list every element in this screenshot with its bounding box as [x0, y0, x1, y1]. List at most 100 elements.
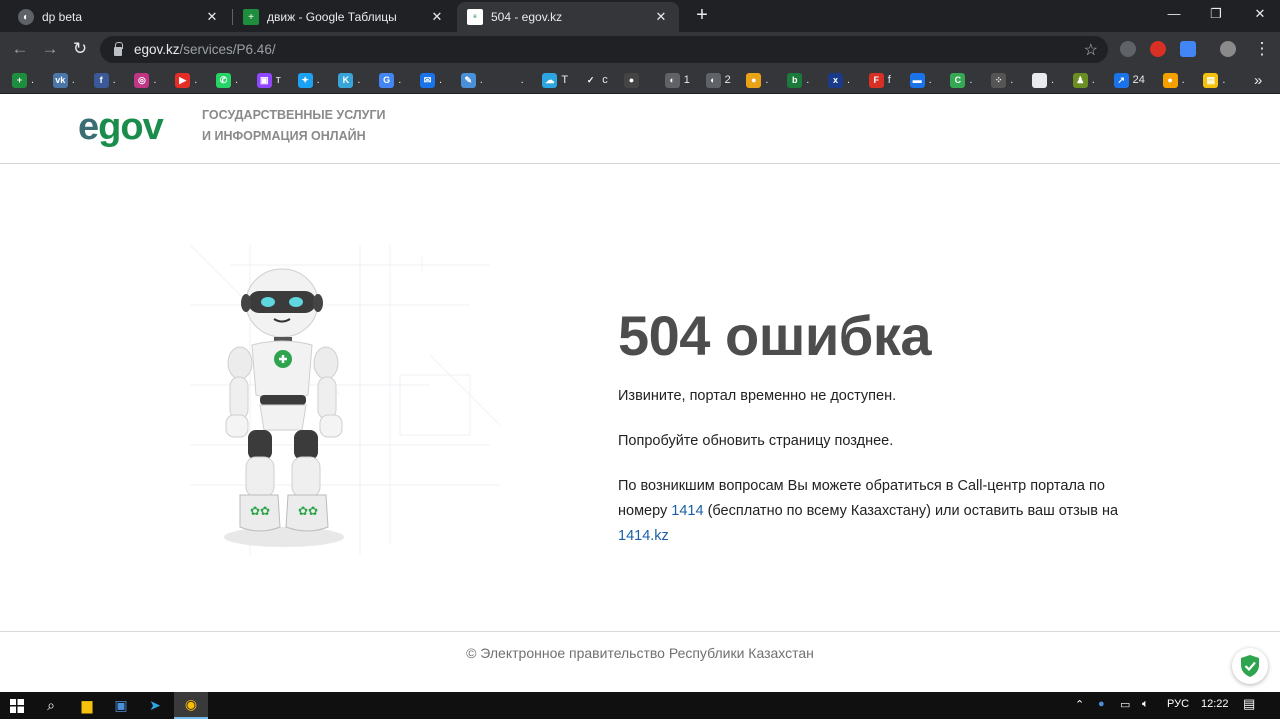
download-extension-icon[interactable]: [1120, 41, 1136, 57]
bookmark-item[interactable]: .: [501, 72, 524, 88]
chrome-icon[interactable]: ◉: [174, 692, 208, 719]
bookmark-item[interactable]: ◐ 2: [705, 72, 731, 88]
bookmark-label: .: [928, 74, 932, 86]
bookmark-item[interactable]: vk.: [52, 72, 75, 88]
bookmark-favicon-icon: K: [338, 72, 354, 88]
url-text[interactable]: egov.kz/services/P6.46/: [134, 42, 276, 57]
egov-logo[interactable]: egov: [78, 102, 164, 152]
tab-google-sheets[interactable]: + движ - Google Таблицы ✕: [233, 2, 455, 32]
bookmark-favicon-icon: b: [787, 72, 803, 88]
bookmark-item[interactable]: C.: [950, 72, 972, 88]
file-explorer-icon[interactable]: ▆: [70, 692, 104, 719]
tab-dp-beta[interactable]: ◐ dp beta ✕: [8, 2, 230, 32]
error-message-contact: По возникшим вопросам Вы можете обратить…: [618, 474, 1158, 549]
forward-arrow-icon[interactable]: →: [40, 39, 60, 59]
feedback-site-link[interactable]: 1414.kz: [618, 528, 669, 544]
bookmark-star-icon[interactable]: ☆: [1084, 40, 1098, 60]
bookmark-item[interactable]: ✦.: [297, 72, 320, 88]
bookmark-favicon-icon: ♟: [1072, 72, 1088, 88]
bookmark-label: .: [1051, 74, 1055, 86]
bookmark-favicon-icon: ◐: [664, 72, 680, 88]
close-tab-icon[interactable]: ✕: [429, 9, 445, 25]
search-icon[interactable]: ⌕: [34, 692, 68, 719]
bookmark-item[interactable]: Ff: [868, 72, 891, 88]
bookmark-item[interactable]: ◎.: [134, 72, 156, 88]
windows-start-icon[interactable]: [0, 692, 34, 719]
back-arrow-icon[interactable]: ←: [10, 39, 30, 59]
bookmark-label: .: [235, 74, 239, 86]
telegram-icon[interactable]: ➤: [138, 692, 172, 719]
error-message-unavailable: Извините, портал временно не доступен.: [618, 388, 897, 404]
bookmark-item[interactable]: ▣ т: [256, 72, 281, 88]
bookmark-item[interactable]: ◐ 1: [664, 72, 690, 88]
robot-illustration: ✿✿ ✿✿: [189, 244, 510, 555]
tab-egov-504[interactable]: e 504 - egov.kz ✕: [457, 2, 679, 32]
bookmark-item[interactable]: K.: [338, 72, 360, 88]
clock[interactable]: 12:22: [1201, 698, 1229, 710]
new-tab-button[interactable]: +: [692, 5, 712, 25]
bookmark-label: т: [275, 74, 281, 86]
tray-overflow-icon[interactable]: ⌃: [1075, 698, 1084, 711]
bookmark-item[interactable]: ⁘.: [991, 72, 1013, 88]
network-icon[interactable]: ▭: [1120, 698, 1130, 711]
bookmark-item[interactable]: b.: [787, 72, 809, 88]
bookmark-item[interactable]: ↗ 24: [1113, 72, 1145, 88]
bookmark-item[interactable]: ▬.: [909, 72, 932, 88]
bookmark-item[interactable]: ☁ T: [542, 72, 568, 88]
reload-icon[interactable]: ↻: [70, 39, 90, 59]
bookmark-item[interactable]: ◌.: [1032, 72, 1054, 88]
bookmark-item[interactable]: ●.: [746, 72, 768, 88]
bookmark-item[interactable]: +.: [12, 72, 34, 88]
bookmark-item[interactable]: ●: [624, 72, 643, 88]
adblock-extension-icon[interactable]: [1150, 41, 1166, 57]
minimize-button[interactable]: —: [1162, 4, 1186, 24]
bookmark-favicon-icon: F: [868, 72, 884, 88]
close-tab-icon[interactable]: ✕: [204, 9, 220, 25]
bookmark-item[interactable]: ♟.: [1072, 72, 1095, 88]
bookmark-item[interactable]: G.: [379, 72, 401, 88]
bookmark-label: .: [520, 74, 524, 86]
bookmark-label: 1: [683, 74, 690, 86]
menu-kebab-icon[interactable]: ⋮: [1252, 39, 1272, 59]
bookmark-item[interactable]: ▤.: [1203, 72, 1225, 88]
restore-button[interactable]: ❐: [1204, 4, 1228, 24]
bookmarks-bar: +. vk. f. ◎. ▶. ✆. ▣ т ✦. K. G. ✉. ✎.. ☁ T ✓ с ● ◐ 1 ◐ 2 ●. b. x…: [0, 66, 1280, 94]
bookmark-favicon-icon: ✉: [420, 72, 435, 88]
tagline-line-2: И ИНФОРМАЦИЯ ОНЛАЙН: [202, 129, 366, 143]
lock-icon: [114, 41, 123, 56]
bookmark-item[interactable]: ✉.: [420, 72, 442, 88]
tray-app-icon[interactable]: ●: [1098, 698, 1105, 710]
language-indicator[interactable]: РУС: [1167, 698, 1189, 710]
error-title: 504 ошибка: [618, 304, 932, 367]
logo-e: e: [78, 106, 99, 148]
bookmark-item[interactable]: ✓ с: [583, 72, 608, 88]
error-content: ✿✿ ✿✿ 504 ошибка Извините, портал времен…: [0, 165, 1280, 631]
close-window-button[interactable]: ✕: [1248, 4, 1272, 24]
bookmark-item[interactable]: ✆.: [216, 72, 238, 88]
bookmark-favicon-icon: vk: [52, 72, 68, 88]
browser-toolbar: ← → ↻ egov.kz/services/P6.46/ ☆ ⋮: [0, 32, 1280, 66]
translate-extension-icon[interactable]: [1180, 41, 1196, 57]
bookmark-label: 24: [1132, 74, 1145, 86]
bookmark-label: .: [439, 74, 443, 86]
phone-link[interactable]: 1414: [671, 503, 703, 519]
bookmark-item[interactable]: x.: [828, 72, 850, 88]
contact-text-b: (бесплатно по всему Казахстану) или оста…: [703, 503, 1119, 519]
bookmark-item[interactable]: ✎.: [460, 72, 483, 88]
close-tab-icon[interactable]: ✕: [653, 9, 669, 25]
bookmark-favicon-icon: ↗: [1113, 72, 1129, 88]
profile-avatar[interactable]: [1220, 41, 1236, 57]
bookmark-favicon-icon: ✎: [460, 72, 476, 88]
svg-text:✿✿: ✿✿: [298, 504, 318, 518]
bookmark-item[interactable]: ●.: [1162, 72, 1185, 88]
bookmarks-more-button[interactable]: »: [1254, 72, 1262, 89]
egov-favicon-icon: e: [467, 9, 483, 25]
notifications-icon[interactable]: ▤: [1243, 696, 1255, 712]
address-bar[interactable]: egov.kz/services/P6.46/ ☆: [100, 36, 1108, 63]
security-shield-button[interactable]: [1232, 648, 1268, 684]
save-app-icon[interactable]: ▣: [104, 692, 138, 719]
bookmark-item[interactable]: f.: [93, 72, 116, 88]
bookmark-item[interactable]: ▶.: [175, 72, 197, 88]
logo-gov: gov: [98, 106, 164, 148]
volume-icon[interactable]: 🔈︎: [1142, 698, 1149, 711]
